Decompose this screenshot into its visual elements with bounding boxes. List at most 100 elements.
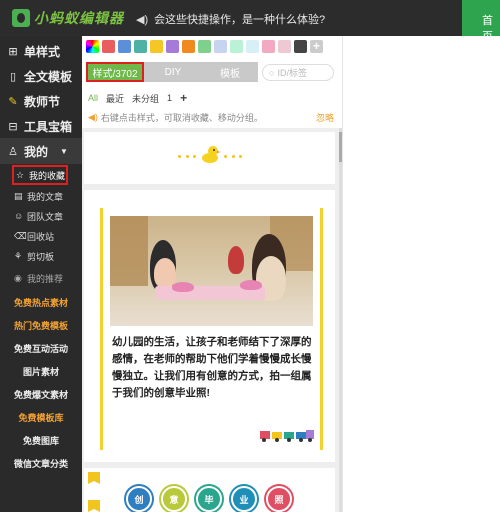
chevron-down-icon: ▼	[60, 146, 68, 156]
sub-clipboard[interactable]: ⚘ 剪切板	[12, 246, 54, 266]
tab-diy[interactable]: DIY	[144, 62, 202, 82]
app-name: 小蚂蚁编辑器	[34, 10, 124, 26]
color-swatch[interactable]	[182, 40, 195, 53]
circle-char-text: 照	[274, 494, 284, 505]
circle-char-text: 业	[239, 494, 249, 505]
sub-label: 我的收藏	[29, 170, 66, 181]
toolbox-icon: ⊟	[8, 120, 18, 133]
search-icon: ○	[269, 67, 275, 78]
nav-toolbox[interactable]: ⊟ 工具宝箱	[0, 113, 82, 139]
sub-label: 回收站	[27, 231, 55, 242]
hot-free-templates[interactable]: 热门免费模板	[0, 314, 82, 336]
color-swatch[interactable]	[230, 40, 243, 53]
sub-my-favorites[interactable]: ☆ 我的收藏	[12, 165, 68, 185]
article-icon: ▤	[14, 190, 23, 201]
hint-text: 右键点击样式，可取消收藏、移动分组。	[100, 112, 263, 123]
tab-template[interactable]: 模板	[202, 62, 258, 82]
brush-icon: ✎	[8, 95, 18, 108]
style-card-circle-title[interactable]: 创 意 毕 业 照	[84, 468, 335, 512]
nav-label: 我的	[24, 144, 49, 159]
color-swatch[interactable]	[214, 40, 227, 53]
speaker-icon: ◀)	[136, 13, 149, 26]
circle-characters: 创 意 毕 业 照	[126, 486, 301, 512]
clipboard-icon: ⚘	[14, 250, 23, 261]
nav-mine[interactable]: ♙ 我的 ▼	[0, 138, 82, 164]
circle-char-text: 毕	[204, 494, 214, 505]
circle-char: 照	[266, 486, 292, 512]
star-icon: ☆	[16, 169, 25, 180]
color-swatch-row: +	[86, 40, 326, 54]
filter-ungrouped[interactable]: 未分组	[132, 92, 159, 105]
color-swatch[interactable]	[150, 40, 163, 53]
sub-label: 我的文章	[27, 191, 64, 202]
add-color-icon[interactable]: +	[310, 40, 323, 53]
circle-char: 毕	[196, 486, 222, 512]
color-swatch[interactable]	[246, 40, 259, 53]
nav-full-template[interactable]: ▯ 全文模板	[0, 63, 82, 89]
kindergarten-photo	[110, 216, 313, 326]
search-input[interactable]: ○ ID/标签	[262, 64, 334, 81]
filter-recent[interactable]: 最近	[106, 92, 124, 105]
circle-char: 业	[231, 486, 257, 512]
nav-single-style[interactable]: ⊞ 单样式	[0, 38, 82, 64]
nav-label: 工具宝箱	[24, 119, 73, 134]
free-interactive-activities[interactable]: 免费互动活动	[0, 337, 82, 359]
editor-canvas[interactable]	[342, 36, 500, 512]
free-gallery[interactable]: 免费图库	[0, 429, 82, 451]
color-swatch[interactable]	[102, 40, 115, 53]
sub-my-recommend[interactable]: ◉ 我的推荐	[12, 268, 63, 288]
top-bar: 小蚂蚁编辑器 ◀) 会这些快捷操作，是一种什么体验? 首页	[0, 0, 500, 43]
speaker-icon: ◀)	[88, 111, 98, 122]
dots-right	[224, 155, 242, 159]
hint-bar: ◀) 右键点击样式，可取消收藏、移动分组。 忽略	[88, 110, 338, 124]
ignore-link[interactable]: 忽略	[316, 111, 334, 124]
sub-label: 剪切板	[27, 251, 55, 262]
style-tabs: 样式/3702 DIY 模板	[86, 62, 258, 82]
free-template-library[interactable]: 免费模板库	[0, 406, 82, 428]
color-swatch[interactable]	[294, 40, 307, 53]
filter-group-1[interactable]: 1	[167, 93, 172, 103]
sub-label: 团队文章	[27, 211, 64, 222]
filter-all[interactable]: All	[88, 93, 98, 103]
bookmark-icon	[88, 472, 100, 484]
left-sidebar: ⊞ 单样式 ▯ 全文模板 ✎ 教师节 ⊟ 工具宝箱 ♙ 我的 ▼ ☆ 我的收藏 …	[0, 36, 82, 512]
sub-my-articles[interactable]: ▤ 我的文章	[12, 186, 63, 206]
color-swatch[interactable]	[118, 40, 131, 53]
style-panel: + 样式/3702 DIY 模板 ○ ID/标签 All 最近 未分组 1 + …	[82, 36, 342, 512]
color-swatch[interactable]	[278, 40, 291, 53]
document-icon: ▯	[9, 70, 17, 83]
nav-label: 教师节	[24, 94, 61, 109]
team-icon: ☺	[14, 211, 24, 221]
free-viral-materials[interactable]: 免费爆文素材	[0, 383, 82, 405]
color-swatch[interactable]	[262, 40, 275, 53]
circle-char-text: 意	[169, 494, 179, 505]
search-placeholder: ID/标签	[277, 68, 307, 78]
circle-char-text: 创	[134, 494, 144, 505]
sub-recycle-bin[interactable]: ⌫ 回收站	[12, 226, 54, 246]
color-swatch[interactable]	[166, 40, 179, 53]
logo[interactable]: 小蚂蚁编辑器	[12, 8, 124, 28]
color-swatch[interactable]	[198, 40, 211, 53]
sub-team-articles[interactable]: ☺ 团队文章	[12, 206, 63, 226]
dots-left	[178, 155, 196, 159]
wechat-article-category[interactable]: 微信文章分类	[0, 452, 82, 474]
image-materials[interactable]: 图片素材	[0, 360, 82, 382]
user-icon: ♙	[8, 145, 18, 158]
color-swatch[interactable]	[134, 40, 147, 53]
nav-label: 全文模板	[24, 69, 73, 84]
right-yellow-border	[320, 208, 323, 450]
eye-icon: ◉	[14, 272, 22, 283]
add-group-icon[interactable]: +	[180, 91, 187, 105]
color-picker-icon[interactable]	[86, 40, 99, 53]
style-card-duck-divider[interactable]	[84, 132, 335, 184]
tab-styles[interactable]: 样式/3702	[86, 62, 144, 82]
style-card-graduation-photo[interactable]: 幼儿园的生活，让孩子和老师结下了深厚的感情，在老师的帮助下他们学着慢慢成长慢慢独…	[84, 190, 335, 462]
free-hot-materials[interactable]: 免费热点素材	[0, 291, 82, 313]
home-button[interactable]: 首页	[462, 0, 500, 43]
nav-teachers-day[interactable]: ✎ 教师节	[0, 88, 82, 114]
announcement[interactable]: ◀) 会这些快捷操作，是一种什么体验?	[136, 11, 325, 27]
group-filter-row: All 最近 未分组 1 +	[88, 91, 195, 105]
trash-icon: ⌫	[14, 230, 27, 241]
sub-label: 我的推荐	[27, 273, 64, 284]
announcement-text: 会这些快捷操作，是一种什么体验?	[154, 14, 326, 26]
